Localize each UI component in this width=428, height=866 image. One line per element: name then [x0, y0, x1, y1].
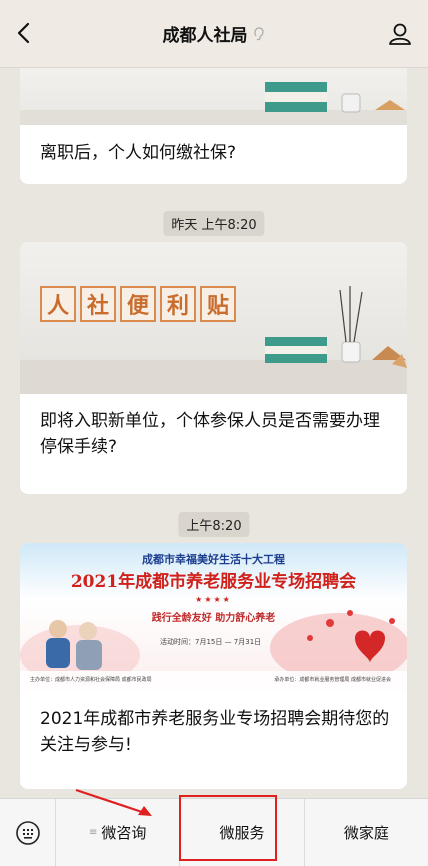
- cover-tile: 人: [40, 286, 76, 322]
- poster-date: 活动时间：7月15日 — 7月31日: [160, 638, 262, 646]
- timestamp-pill: 昨天 上午8:20: [163, 211, 265, 236]
- poster-co-organizer: 承办单位：成都市就业服务管理局 成都市就业促进会: [274, 677, 391, 683]
- menu-item-family[interactable]: 微家庭: [305, 799, 428, 866]
- menu-item-label: 微家庭: [343, 824, 389, 842]
- article-cover-poster: 成都市幸福美好生活十大工程 2021年成都市养老服务业专场招聘会 ★★★★ 践行…: [20, 543, 407, 692]
- cover-tile: 利: [160, 286, 196, 322]
- article-title: 2021年成都市养老服务业专场招聘会期待您的关注与参与!: [40, 709, 390, 755]
- article-card[interactable]: 成都市幸福美好生活十大工程 2021年成都市养老服务业专场招聘会 ★★★★ 践行…: [20, 543, 407, 789]
- desk-illustration: [20, 82, 407, 125]
- submenu-icon: ≡: [88, 827, 98, 838]
- highlight-box: [179, 795, 277, 861]
- cover-tile: 贴: [200, 286, 236, 322]
- timestamp-pill: 上午8:20: [178, 512, 250, 537]
- keyboard-icon: [15, 820, 40, 845]
- ear-icon: [253, 26, 264, 40]
- user-icon[interactable]: [386, 20, 414, 48]
- article-title: 离职后，个人如何缴社保?: [40, 143, 237, 163]
- menu-item-label: 微咨询: [101, 824, 147, 842]
- article-feed: 离职后，个人如何缴社保? 昨天 上午8:20 人 社 便 利 贴 即将入职新单位…: [0, 68, 428, 798]
- poster-organizer: 主办单位：成都市人力资源和社会保障局 成都市民政局: [30, 677, 152, 683]
- cover-title-tiles: 人 社 便 利 贴: [40, 286, 236, 322]
- poster-headline: 2021年成都市养老服务业专场招聘会: [70, 572, 357, 592]
- article-card[interactable]: 人 社 便 利 贴 即将入职新单位，个体参保人员是否需要办理停保手续?: [20, 242, 407, 494]
- article-title: 即将入职新单位，个体参保人员是否需要办理停保手续?: [40, 411, 380, 457]
- poster-slogan: 践行全龄友好 助力舒心养老: [151, 613, 276, 624]
- page-title: 成都人社局: [162, 26, 248, 46]
- keyboard-toggle-button[interactable]: [0, 798, 56, 866]
- article-cover-image: 人 社 便 利 贴: [20, 242, 407, 394]
- article-card[interactable]: 离职后，个人如何缴社保?: [20, 68, 407, 184]
- poster-stars: ★★★★: [195, 595, 232, 604]
- top-nav-bar: 成都人社局: [0, 0, 428, 68]
- poster-top-line: 成都市幸福美好生活十大工程: [142, 553, 285, 566]
- page-title-group: 成都人社局: [163, 21, 266, 46]
- annotation-arrow: [75, 788, 152, 816]
- article-cover-image: [20, 68, 407, 125]
- chevron-left-icon[interactable]: [12, 20, 38, 46]
- cover-tile: 社: [80, 286, 116, 322]
- cover-tile: 便: [120, 286, 156, 322]
